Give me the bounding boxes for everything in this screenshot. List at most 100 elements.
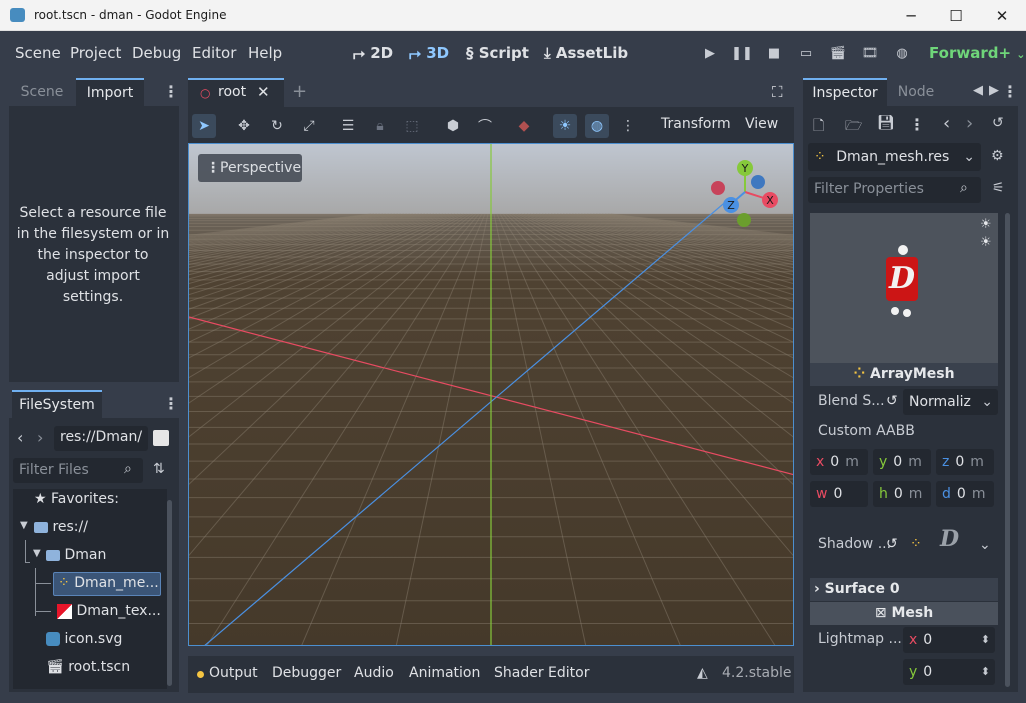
- dock-right-icon[interactable]: ▶: [989, 83, 999, 98]
- tab-node[interactable]: Node: [891, 78, 941, 106]
- pause-icon[interactable]: ❚❚: [729, 40, 755, 66]
- aabb-y-field[interactable]: y0m: [873, 449, 931, 475]
- aabb-d-field[interactable]: d0m: [936, 481, 994, 507]
- gizmo-neg-x[interactable]: [711, 181, 725, 195]
- perspective-menu[interactable]: ⋮ Perspective: [198, 154, 302, 182]
- play-scene-icon[interactable]: 🎬︎: [825, 40, 851, 66]
- sort-icon[interactable]: ⇅: [153, 461, 165, 477]
- bottom-tab-shader-editor[interactable]: Shader Editor: [494, 665, 589, 681]
- tab-inspector[interactable]: Inspector: [803, 78, 887, 106]
- add-tab-icon[interactable]: +: [292, 81, 307, 102]
- dock-left-icon[interactable]: ◀: [973, 83, 983, 98]
- blend-shape-mode-select[interactable]: Normaliz ⌄: [903, 389, 998, 415]
- menu-debug[interactable]: Debug: [132, 44, 181, 62]
- play-custom-scene-icon[interactable]: 🎞︎: [857, 40, 883, 66]
- history-back-icon[interactable]: ‹: [943, 113, 950, 134]
- filesystem-menu-icon[interactable]: ⋮: [163, 394, 179, 414]
- surface-0-section[interactable]: › Surface 0: [810, 578, 998, 601]
- 3d-viewport[interactable]: ⋮ Perspective Y X Z: [188, 143, 794, 646]
- aabb-w-field[interactable]: w0: [810, 481, 868, 507]
- move-tool-icon[interactable]: ✥: [232, 114, 256, 138]
- remote-debug-icon[interactable]: ▭: [793, 40, 819, 66]
- play-icon[interactable]: ▶: [697, 40, 723, 66]
- history-forward-icon[interactable]: ›: [966, 113, 973, 134]
- main-screen-2d[interactable]: ⮣ 2D: [353, 44, 393, 62]
- tab-filesystem[interactable]: FileSystem: [12, 390, 102, 418]
- aabb-x-field[interactable]: x0m: [810, 449, 868, 475]
- inspector-dock-menu-icon[interactable]: ⋮: [1002, 82, 1018, 102]
- filesystem-scrollbar[interactable]: [167, 500, 172, 686]
- revert-icon[interactable]: ↺: [886, 536, 898, 552]
- new-resource-icon[interactable]: 🗋: [813, 115, 824, 139]
- forward-icon[interactable]: ›: [37, 428, 43, 447]
- lock-icon[interactable]: 🔒︎: [368, 114, 392, 138]
- tree-item-dman[interactable]: Dman: [46, 547, 106, 563]
- environment-preview-icon[interactable]: ◍: [585, 114, 609, 138]
- gizmo-neg-y[interactable]: [737, 213, 751, 227]
- open-resource-icon[interactable]: 🗁: [845, 115, 862, 139]
- close-window-button[interactable]: ✕: [979, 0, 1025, 31]
- filter-properties-input[interactable]: Filter Properties: [808, 177, 981, 203]
- tab-scene[interactable]: Scene: [12, 78, 72, 106]
- split-mode-icon[interactable]: [153, 430, 169, 446]
- minimize-button[interactable]: ─: [888, 0, 934, 31]
- stop-icon[interactable]: ■: [761, 40, 787, 66]
- menu-help[interactable]: Help: [248, 44, 282, 62]
- select-tool-icon[interactable]: ➤: [192, 114, 216, 138]
- group-icon[interactable]: ⬚: [400, 114, 424, 138]
- movie-maker-icon[interactable]: ◍: [889, 40, 915, 66]
- main-screen-assetlib[interactable]: ⤓ AssetLib: [544, 44, 628, 62]
- object-properties-icon[interactable]: ⚙: [991, 148, 1004, 164]
- view-gizmo[interactable]: Y X Z: [707, 158, 783, 228]
- tree-item-dman-mesh[interactable]: ⁘ Dman_me...: [53, 572, 161, 596]
- close-tab-icon[interactable]: ✕: [257, 83, 270, 101]
- tree-item-res[interactable]: res://: [34, 519, 88, 535]
- view-menu[interactable]: View: [745, 116, 778, 132]
- dock-menu-icon[interactable]: ⋮: [163, 82, 179, 102]
- bottom-tab-output[interactable]: Output: [209, 665, 258, 681]
- distraction-free-icon[interactable]: ⛶: [772, 83, 783, 101]
- expand-dman-icon[interactable]: ▼: [33, 548, 41, 559]
- history-icon[interactable]: ↺: [992, 115, 1004, 131]
- menu-scene[interactable]: Scene: [15, 44, 61, 62]
- tree-item-root-tscn[interactable]: 🎬︎ root.tscn: [46, 659, 130, 675]
- lightmap-y-field[interactable]: y 0 ⬍: [903, 659, 995, 685]
- list-select-icon[interactable]: ☰: [336, 114, 360, 138]
- toolbar-menu-icon[interactable]: ⋮: [616, 114, 640, 138]
- aabb-h-field[interactable]: h0m: [873, 481, 931, 507]
- menu-project[interactable]: Project: [70, 44, 121, 62]
- filter-options-icon[interactable]: ⚟: [992, 180, 1005, 196]
- revert-icon[interactable]: ↺: [886, 393, 898, 409]
- renderer-select[interactable]: Forward+ ⌄: [929, 44, 1025, 62]
- camera-preview-icon[interactable]: ◆: [512, 114, 536, 138]
- inspector-scrollbar[interactable]: [1005, 213, 1010, 687]
- gizmo-neg-z[interactable]: [751, 175, 765, 189]
- chevron-down-icon[interactable]: ⌄: [979, 537, 991, 553]
- snap-icon[interactable]: ⌒: [473, 114, 497, 138]
- tree-item-dman-texture[interactable]: Dman_tex...: [57, 603, 161, 619]
- bottom-tab-animation[interactable]: Animation: [409, 665, 480, 681]
- resource-menu-icon[interactable]: ⋮: [909, 115, 925, 135]
- transform-menu[interactable]: Transform: [661, 116, 731, 132]
- back-icon[interactable]: ‹: [17, 428, 23, 447]
- tree-item-icon-svg[interactable]: icon.svg: [46, 631, 122, 647]
- sun-preview-icon[interactable]: ☀: [553, 114, 577, 138]
- main-screen-script[interactable]: § Script: [466, 44, 529, 62]
- bottom-tab-debugger[interactable]: Debugger: [272, 665, 341, 681]
- lightmap-x-field[interactable]: x 0 ⬍: [903, 627, 995, 653]
- rotate-tool-icon[interactable]: ↻: [265, 114, 289, 138]
- scale-tool-icon[interactable]: ⤢: [297, 114, 321, 138]
- shadow-mesh-thumbnail[interactable]: D: [940, 526, 962, 566]
- maximize-button[interactable]: ☐: [933, 0, 979, 31]
- save-resource-icon[interactable]: 💾︎: [877, 115, 895, 131]
- local-space-icon[interactable]: ⬢: [441, 114, 465, 138]
- filesystem-path[interactable]: res://Dman/: [54, 426, 148, 451]
- aabb-z-field[interactable]: z0m: [936, 449, 994, 475]
- update-spinner-icon[interactable]: ◭: [697, 665, 708, 681]
- menu-editor[interactable]: Editor: [192, 44, 236, 62]
- bottom-tab-audio[interactable]: Audio: [354, 665, 394, 681]
- resource-selector[interactable]: ⁘ Dman_mesh.res ⌄: [808, 143, 981, 171]
- scene-tab-root[interactable]: ○ root ✕: [188, 78, 284, 107]
- main-screen-3d[interactable]: ⮣ 3D: [409, 44, 449, 62]
- light-2-icon[interactable]: ☀: [980, 235, 992, 250]
